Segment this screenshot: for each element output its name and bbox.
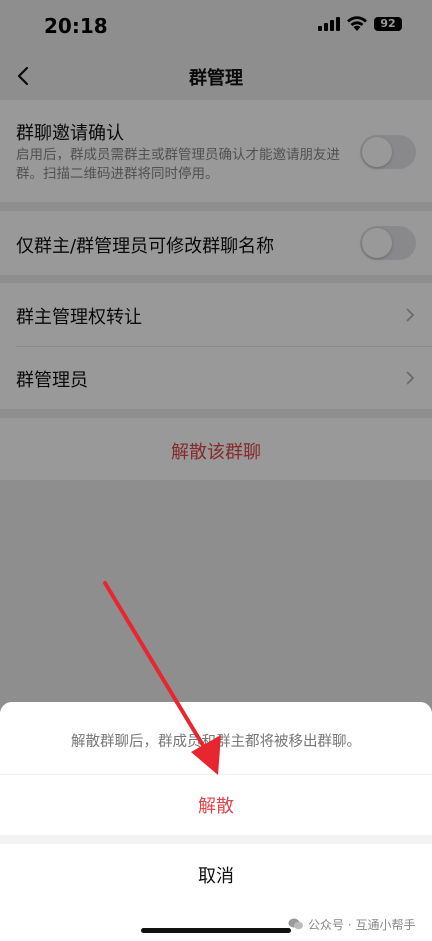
cancel-label: 取消: [198, 866, 234, 887]
home-indicator[interactable]: [141, 928, 291, 933]
sheet-separator: [0, 835, 432, 844]
confirm-dissolve-label: 解散: [198, 796, 234, 817]
confirm-dissolve-button[interactable]: 解散: [0, 775, 432, 835]
dissolve-action-sheet: 解散群聊后，群成员和群主都将被移出群聊。 解散 取消: [0, 702, 432, 941]
sheet-message-area: 解散群聊后，群成员和群主都将被移出群聊。: [0, 702, 432, 774]
sheet-message: 解散群聊后，群成员和群主都将被移出群聊。: [71, 734, 361, 750]
watermark: 公众号 · 互通小帮手: [288, 916, 415, 933]
watermark-text: 公众号 · 互通小帮手: [308, 918, 416, 932]
